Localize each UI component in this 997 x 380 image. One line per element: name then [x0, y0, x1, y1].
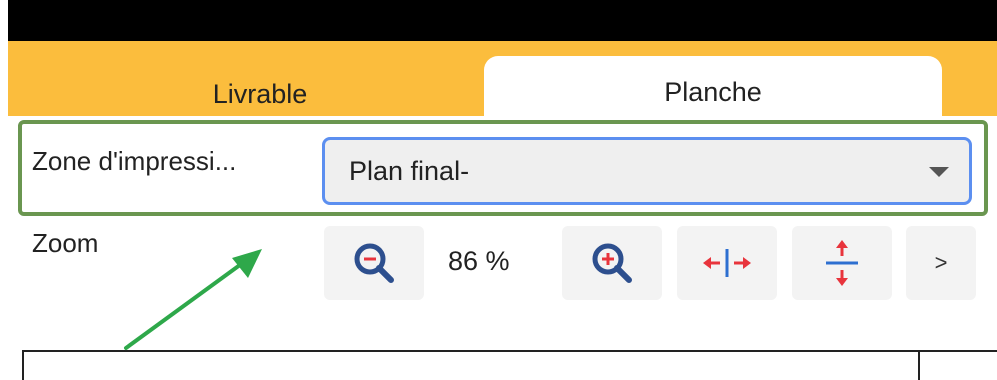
zoom-value: 86 % — [448, 246, 510, 276]
chevron-down-icon — [929, 167, 949, 177]
zoom-label: Zoom — [32, 228, 99, 258]
annotation-arrow-icon — [124, 249, 262, 350]
fit-width-icon — [703, 249, 751, 277]
zoom-in-icon — [592, 243, 632, 283]
left-margin — [0, 41, 8, 371]
zoom-out-button[interactable] — [324, 226, 424, 300]
fit-height-button[interactable] — [792, 226, 892, 300]
zoom-in-button[interactable] — [562, 226, 662, 300]
fit-height-icon — [826, 240, 858, 286]
tab-planche-label: Planche — [664, 76, 762, 107]
tab-planche[interactable]: Planche — [484, 56, 942, 120]
more-button-label: > — [934, 250, 948, 275]
tab-livrable[interactable]: Livrable — [150, 72, 370, 116]
zoom-out-icon — [354, 243, 394, 283]
print-zone-selected-value: Plan final- — [349, 155, 470, 186]
more-button[interactable]: > — [906, 226, 976, 300]
sheet-preview-edge — [920, 350, 997, 380]
print-zone-select[interactable]: Plan final- — [322, 137, 972, 205]
top-bar — [8, 0, 997, 41]
tab-livrable-label: Livrable — [212, 78, 308, 109]
print-zone-label: Zone d'impressi... — [32, 146, 237, 176]
fit-width-button[interactable] — [677, 226, 777, 300]
